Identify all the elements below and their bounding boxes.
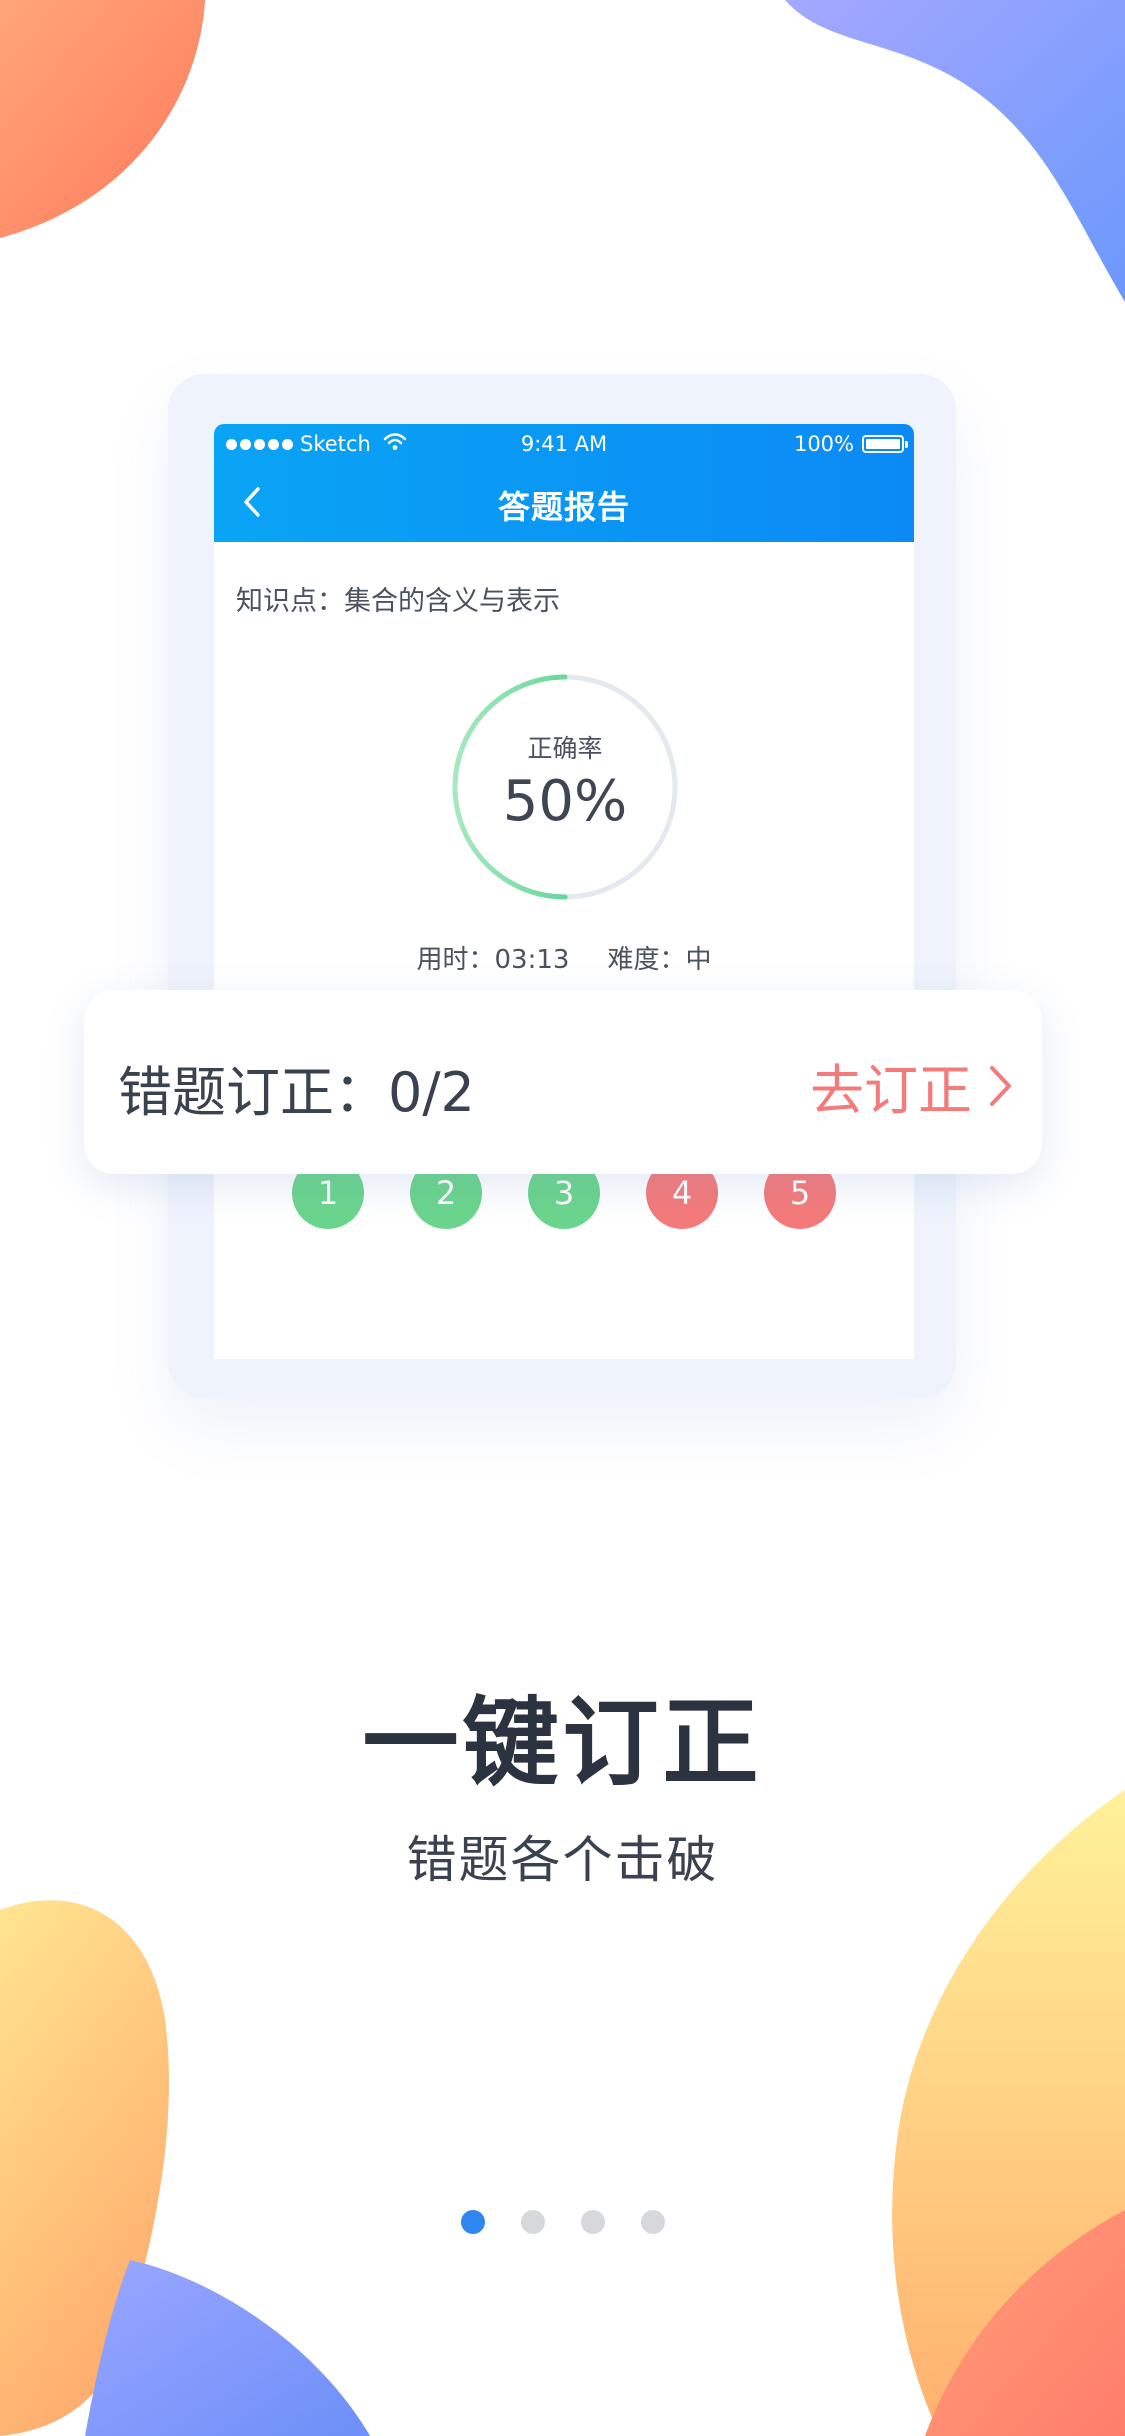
device-screen: Sketch 9:41 AM 100% 答题报告 知识点：集合的含义与表示 正确… [214, 424, 914, 1359]
battery-icon [862, 435, 908, 453]
correction-card: 错题订正：0/2 去订正 [84, 990, 1042, 1174]
page-dot-4[interactable] [640, 2210, 665, 2234]
onboarding-headline: 一键订正 [362, 1687, 763, 1799]
device-mockup: Sketch 9:41 AM 100% 答题报告 知识点：集合的含义与表示 正确… [168, 374, 956, 1398]
chevron-right-icon [988, 1064, 1014, 1108]
page-dot-3[interactable] [580, 2210, 605, 2234]
decorative-blob-top-right [785, 0, 1125, 302]
difficulty: 难度：中 [607, 945, 712, 975]
nav-bar: 答题报告 [214, 464, 914, 542]
decorative-blob-top-left [0, 0, 205, 238]
onboarding-subline: 错题各个击破 [406, 1831, 719, 1889]
correction-progress: 错题订正：0/2 [118, 1061, 475, 1124]
go-correct-button[interactable]: 去订正 [810, 1046, 1014, 1125]
report-meta: 用时：03:13 难度：中 [214, 939, 914, 976]
status-battery-group: 100% [793, 432, 908, 456]
page-indicator [0, 2210, 1125, 2234]
accuracy-value: 50% [502, 769, 628, 834]
decorative-blob-bottom-left [0, 1900, 370, 2436]
accuracy-label: 正确率 [527, 734, 603, 763]
battery-percent: 100% [793, 432, 854, 456]
status-bar: Sketch 9:41 AM 100% [214, 424, 914, 464]
page-title: 答题报告 [497, 488, 630, 526]
page-dot-2[interactable] [520, 2210, 545, 2234]
app-header: Sketch 9:41 AM 100% 答题报告 [214, 424, 914, 542]
page-dot-1[interactable] [460, 2210, 485, 2234]
go-correct-label: 去订正 [810, 1059, 972, 1122]
knowledge-point: 知识点：集合的含义与表示 [236, 586, 560, 617]
time-used: 用时：03:13 [416, 945, 570, 975]
